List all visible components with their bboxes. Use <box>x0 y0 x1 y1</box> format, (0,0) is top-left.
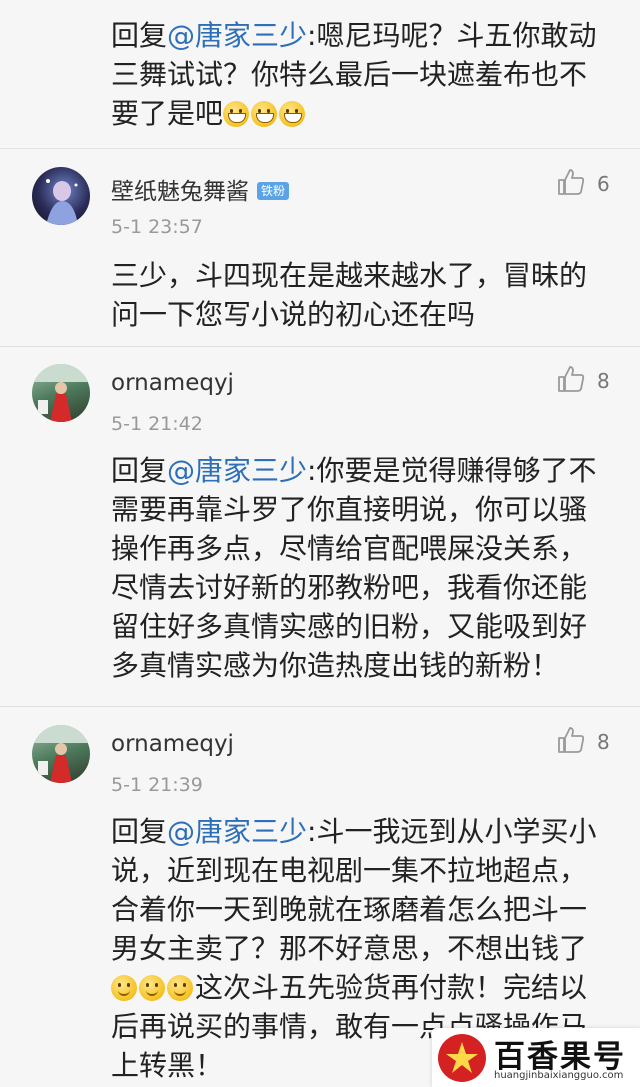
comment-body: 回复@唐家三少:嗯尼玛呢？斗五你敢动 三舞试试？你特么最后一块遮羞布也不 要了是… <box>111 16 611 133</box>
comment-time: 5-1 23:57 <box>111 216 203 238</box>
watermark-logo-icon <box>438 1034 486 1082</box>
smiling-face-icon <box>167 975 193 1001</box>
body-line: 合着你一天到晚就在琢磨着怎么把斗一 <box>111 893 588 926</box>
body-line: 三舞试试？你特么最后一块遮羞布也不 <box>111 58 588 91</box>
thumbs-up-icon[interactable] <box>556 364 586 394</box>
mention-link[interactable]: @唐家三少 <box>167 454 307 487</box>
body-line: 留住好多真情实感的旧粉，又能吸到好 <box>111 610 588 643</box>
grinning-face-icon <box>279 101 306 127</box>
grinning-face-icon <box>223 101 250 127</box>
divider <box>0 706 640 707</box>
body-line: 操作再多点，尽情给官配喂屎没关系， <box>111 532 588 565</box>
comment-time: 5-1 21:42 <box>111 413 203 435</box>
body-line: :斗一我远到从小学买小 <box>307 815 597 848</box>
comment-body: 回复@唐家三少:你要是觉得赚得够了不 需要再靠斗罗了你直接明说，你可以骚 操作再… <box>111 451 611 685</box>
username[interactable]: 壁纸魅兔舞酱 铁粉 <box>111 172 290 206</box>
avatar-image-icon <box>32 364 90 422</box>
body-line: 三少，斗四现在是越来越水了，冒昧的 <box>111 259 588 292</box>
avatar-image-icon <box>32 725 90 783</box>
smiling-face-icon <box>139 975 165 1001</box>
body-line: 尽情去讨好新的邪教粉吧，我看你还能 <box>111 571 588 604</box>
username[interactable]: ornameqyj <box>111 370 234 396</box>
comment-body: 三少，斗四现在是越来越水了，冒昧的 问一下您写小说的初心还在吗 <box>111 256 611 334</box>
body-line: :嗯尼玛呢？斗五你敢动 <box>307 19 597 52</box>
divider <box>0 148 640 149</box>
reply-prefix: 回复 <box>111 815 168 848</box>
avatar[interactable] <box>32 364 90 422</box>
body-line: 问一下您写小说的初心还在吗 <box>111 298 476 331</box>
watermark-url: huangjinbaixiangguo.com <box>494 1070 624 1081</box>
fan-badge: 铁粉 <box>257 182 290 200</box>
avatar[interactable] <box>32 167 90 225</box>
watermark-badge: 百香果号 huangjinbaixiangguo.com <box>432 1028 640 1087</box>
body-line: 要了是吧 <box>111 97 224 130</box>
divider <box>0 346 640 347</box>
grinning-face-icon <box>251 101 278 127</box>
smiling-face-icon <box>111 975 137 1001</box>
like-count: 8 <box>597 730 610 754</box>
body-line: 说，近到现在电视剧一集不拉地超点， <box>111 854 588 887</box>
username[interactable]: ornameqyj <box>111 731 234 757</box>
reply-prefix: 回复 <box>111 19 168 52</box>
body-line: 这次斗五先验货再付款！完结以 <box>195 971 588 1004</box>
body-line: 男女主卖了？那不好意思，不想出钱了 <box>111 932 588 965</box>
avatar[interactable] <box>32 725 90 783</box>
like-count: 8 <box>597 369 610 393</box>
like-count: 6 <box>597 172 610 196</box>
body-line: 需要再靠斗罗了你直接明说，你可以骚 <box>111 493 588 526</box>
body-line: :你要是觉得赚得够了不 <box>307 454 597 487</box>
mention-link[interactable]: @唐家三少 <box>167 815 307 848</box>
body-line: 多真情实感为你造热度出钱的新粉！ <box>111 649 560 682</box>
thumbs-up-icon[interactable] <box>556 725 586 755</box>
avatar-image-icon <box>46 179 78 225</box>
mention-link[interactable]: @唐家三少 <box>167 19 307 52</box>
reply-prefix: 回复 <box>111 454 168 487</box>
thumbs-up-icon[interactable] <box>556 167 586 197</box>
comment-time: 5-1 21:39 <box>111 774 203 796</box>
